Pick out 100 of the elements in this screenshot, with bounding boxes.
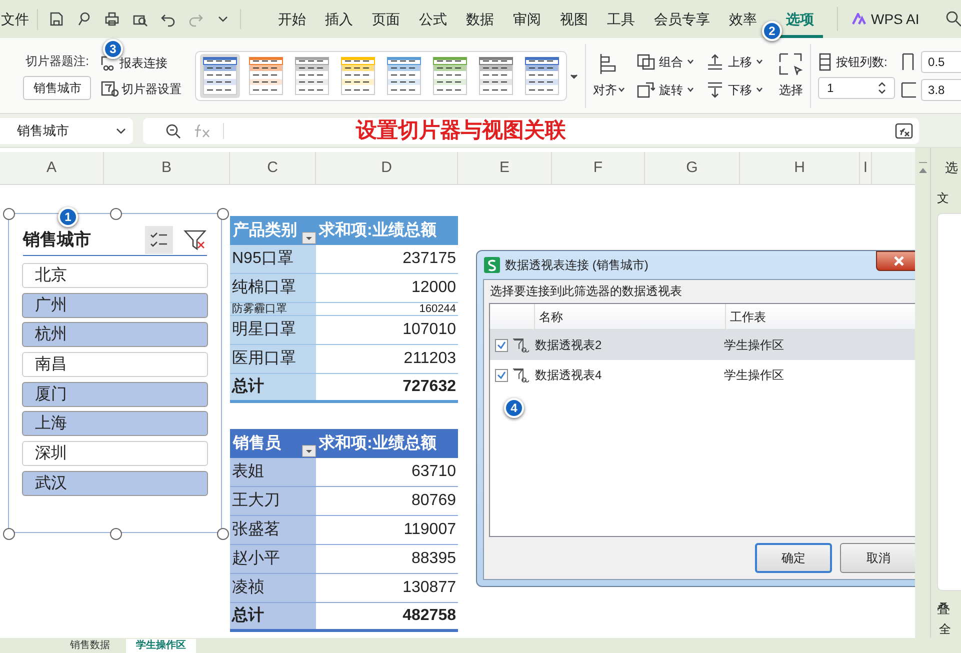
menu-tab[interactable]: 页面 bbox=[363, 0, 409, 38]
sheet-name-cell-text: 学生操作区 bbox=[723, 337, 784, 354]
menu-tab[interactable]: 审阅 bbox=[504, 0, 550, 38]
bring-forward-icon[interactable] bbox=[706, 54, 724, 70]
scroll-up-icon[interactable] bbox=[918, 167, 926, 173]
file-menu[interactable]: 文件 bbox=[1, 8, 38, 30]
slicer-item[interactable]: 深圳 bbox=[22, 441, 208, 466]
checkbox[interactable] bbox=[495, 338, 508, 352]
columns-icon[interactable] bbox=[818, 52, 832, 70]
check-icon[interactable] bbox=[497, 371, 506, 379]
dropdown-caret-icon[interactable] bbox=[687, 59, 694, 64]
menu-tab[interactable]: 工具 bbox=[598, 0, 644, 38]
spin-arrows-icon[interactable] bbox=[878, 80, 886, 94]
resize-handle[interactable] bbox=[3, 528, 15, 540]
resize-handle[interactable] bbox=[217, 208, 229, 220]
close-button[interactable] bbox=[876, 251, 915, 271]
list-row[interactable]: 数据透视表2 学生操作区 bbox=[490, 330, 915, 360]
send-backward-button[interactable]: 下移 bbox=[706, 80, 764, 98]
resize-handle[interactable] bbox=[110, 528, 122, 540]
slicer-title: 销售城市 bbox=[23, 228, 91, 251]
caption-field[interactable]: 销售城市 bbox=[23, 76, 92, 100]
menu-tab[interactable]: 视图 bbox=[551, 0, 597, 38]
resize-handle[interactable] bbox=[3, 208, 15, 220]
slicer-item[interactable]: 杭州 bbox=[22, 322, 208, 348]
slicer-item[interactable]: 广州 bbox=[22, 292, 208, 318]
bring-forward-button[interactable]: 上移 bbox=[706, 52, 764, 70]
row-label-cell: 纯棉口罩 bbox=[230, 274, 316, 302]
width-field[interactable]: 3.8 bbox=[921, 78, 961, 100]
send-backward-icon[interactable] bbox=[706, 82, 724, 98]
slicer-settings-button[interactable]: 切片器设置 bbox=[100, 80, 192, 98]
height-field[interactable]: 0.5 bbox=[921, 50, 961, 72]
column-header-cell-text: 求和项:业绩总额 bbox=[318, 433, 436, 454]
resize-handle[interactable] bbox=[217, 528, 229, 540]
check-icon[interactable] bbox=[497, 341, 506, 349]
checkbox[interactable] bbox=[495, 368, 508, 382]
rotate-icon[interactable] bbox=[637, 82, 656, 98]
menu-tab[interactable]: 公式 bbox=[410, 0, 456, 38]
slicer-item[interactable]: 上海 bbox=[22, 411, 208, 436]
rotate-button[interactable]: 旋转 bbox=[637, 80, 694, 98]
sheet-tab[interactable]: 销售数据 bbox=[60, 639, 120, 653]
pivot-link-icon[interactable] bbox=[512, 338, 529, 352]
dropdown-caret-icon[interactable] bbox=[756, 87, 764, 92]
multi-select-icon[interactable] bbox=[145, 226, 173, 254]
group-icon[interactable] bbox=[637, 54, 656, 70]
save-icon[interactable] bbox=[48, 11, 64, 27]
filter-dropdown-icon[interactable] bbox=[302, 232, 316, 244]
pivot-link-icon[interactable] bbox=[512, 368, 529, 382]
menu-tab[interactable]: 数据 bbox=[457, 0, 503, 38]
dropdown-caret-icon[interactable] bbox=[618, 87, 626, 92]
slicer-item[interactable]: 南昌 bbox=[22, 352, 208, 378]
selection-icon[interactable] bbox=[779, 52, 804, 74]
panel-tab[interactable]: 选 bbox=[945, 158, 959, 178]
slicer-item[interactable]: 武汉 bbox=[22, 470, 208, 496]
slicer-settings-icon[interactable] bbox=[100, 80, 119, 96]
dialog-button[interactable]: 确定 bbox=[755, 543, 832, 573]
ai-logo-icon[interactable] bbox=[852, 13, 866, 25]
ai-button[interactable]: WPS AI bbox=[837, 7, 928, 31]
gallery-more-icon[interactable] bbox=[570, 72, 578, 80]
dropdown-caret-icon[interactable] bbox=[756, 59, 764, 64]
column-header[interactable]: B bbox=[104, 152, 230, 184]
print-icon[interactable] bbox=[104, 11, 120, 27]
zoom-icon[interactable] bbox=[165, 122, 181, 138]
sheet-tab[interactable]: 学生操作区 bbox=[126, 639, 196, 653]
select-button[interactable]: 选择 bbox=[779, 52, 804, 98]
value-cell-text: 63710 bbox=[410, 462, 457, 482]
dialog-button[interactable]: 取消 bbox=[840, 543, 915, 573]
filter-dropdown-icon[interactable] bbox=[302, 445, 316, 457]
slicer-item[interactable]: 北京 bbox=[22, 263, 208, 288]
style-swatch[interactable] bbox=[200, 54, 240, 98]
clear-filter-icon[interactable] bbox=[183, 228, 207, 252]
row-label-cell: 防雾霾口罩 bbox=[230, 303, 316, 315]
column-header[interactable]: D bbox=[316, 152, 458, 184]
column-header-cell-text: 求和项:业绩总额 bbox=[318, 220, 436, 240]
menu-tab[interactable]: 会员专享 bbox=[645, 0, 719, 38]
resize-handle[interactable] bbox=[110, 208, 122, 220]
width-icon[interactable] bbox=[901, 80, 918, 98]
align-button[interactable]: 对齐 bbox=[593, 52, 626, 98]
column-header[interactable]: I bbox=[860, 152, 872, 184]
search-icon[interactable] bbox=[945, 10, 961, 28]
columns-label: 按钮列数: bbox=[836, 54, 888, 70]
slicer-item[interactable]: 厦门 bbox=[22, 382, 208, 407]
list-column-header[interactable]: 工作表 bbox=[726, 304, 915, 329]
column-header[interactable]: C bbox=[230, 152, 316, 184]
close-icon[interactable] bbox=[893, 256, 905, 266]
group-button[interactable]: 组合 bbox=[637, 52, 694, 70]
list-column-header[interactable]: 名称 bbox=[535, 304, 726, 329]
column-header[interactable]: H bbox=[740, 152, 860, 184]
row-label-cell: N95口罩 bbox=[230, 245, 316, 273]
name-box[interactable]: 销售城市 bbox=[0, 118, 133, 144]
menu-tab[interactable]: 开始 bbox=[269, 0, 315, 38]
column-header[interactable]: G bbox=[645, 152, 740, 184]
dropdown-caret-icon[interactable] bbox=[687, 87, 694, 92]
menu-tab[interactable]: 插入 bbox=[316, 0, 362, 38]
columns-spin-field[interactable]: 1 bbox=[818, 76, 896, 98]
column-header[interactable]: F bbox=[552, 152, 645, 184]
column-header[interactable]: E bbox=[458, 152, 552, 184]
column-header[interactable]: A bbox=[0, 152, 104, 184]
panel-label: 全 bbox=[939, 621, 952, 638]
spreadsheet-app-icon[interactable] bbox=[484, 257, 500, 273]
expand-formula-icon[interactable] bbox=[895, 122, 913, 138]
